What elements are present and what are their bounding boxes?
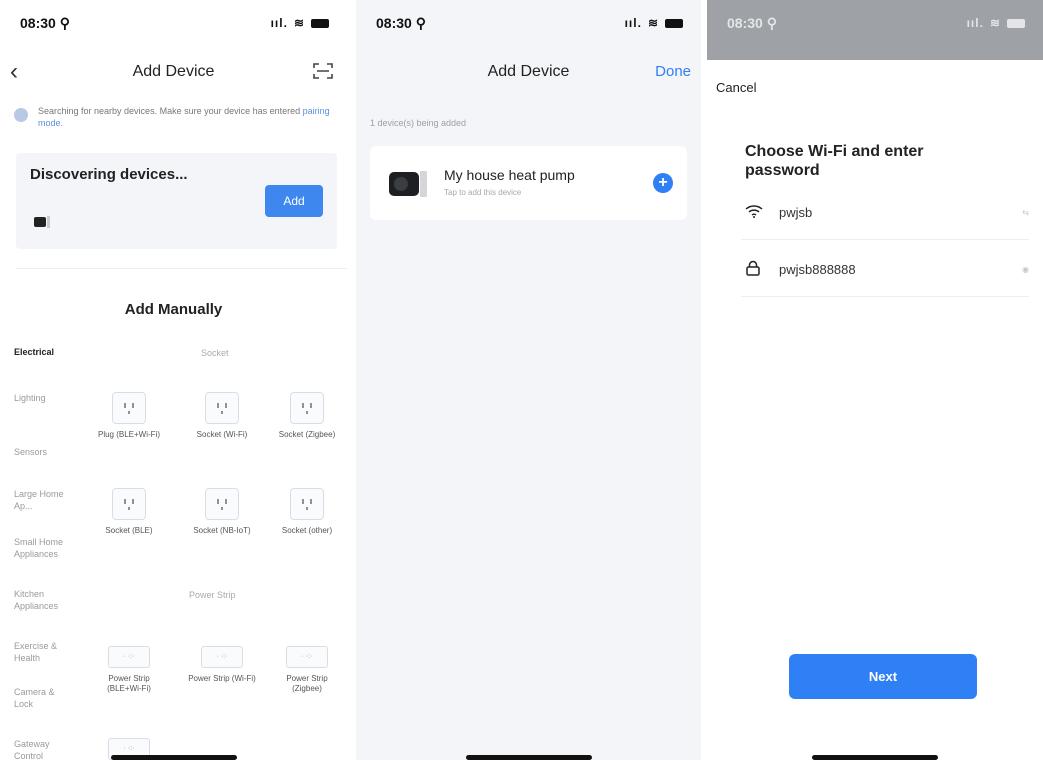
cancel-button[interactable]: Cancel: [716, 80, 756, 95]
device-tile[interactable]: Socket (other): [272, 488, 342, 536]
add-manually-title: Add Manually: [124, 301, 223, 318]
section-socket: Socket: [201, 348, 229, 358]
done-button[interactable]: Done: [655, 63, 691, 80]
device-tile[interactable]: · ·:· Power Strip (BLE+Wi-Fi): [94, 646, 164, 694]
device-card[interactable]: My house heat pump Tap to add this devic…: [370, 146, 687, 220]
discovering-title: Discovering devices...: [30, 166, 188, 183]
lock-icon: [745, 260, 765, 280]
eye-icon[interactable]: ◉: [1022, 265, 1029, 274]
category-item[interactable]: Exercise & Health: [14, 640, 60, 664]
signal-icon: ııl.: [966, 16, 984, 30]
section-power-strip: Power Strip: [189, 590, 236, 600]
password-field[interactable]: pwjsb888888 ◉: [741, 243, 1029, 297]
category-item[interactable]: Large Home Ap...: [14, 488, 74, 512]
status-time: 08:30 ⚲: [20, 14, 70, 31]
add-device-found-screen: 08:30 ⚲ ııl. ≋ Add Device Done 1 device(s…: [356, 0, 701, 760]
battery-icon: [665, 18, 683, 28]
power-strip-icon: · ·:·: [286, 646, 328, 668]
tile-label: Socket (NB-IoT): [193, 526, 251, 535]
device-tile[interactable]: Socket (Wi-Fi): [187, 392, 257, 440]
home-indicator: [465, 755, 592, 760]
switch-wifi-icon[interactable]: ⇆: [1022, 208, 1029, 217]
device-subtitle: Tap to add this device: [444, 188, 522, 197]
wifi-icon: ≋: [989, 16, 1001, 30]
device-tile[interactable]: Plug (BLE+Wi-Fi): [94, 392, 164, 440]
notice-text: Searching for nearby devices. Make sure …: [38, 106, 301, 116]
back-icon[interactable]: ‹: [10, 58, 18, 86]
password-value: pwjsb888888: [779, 262, 856, 277]
battery-icon: [1007, 18, 1025, 28]
socket-icon: [205, 488, 239, 520]
wifi-setup-screen: 08:30 ⚲ ııl. ≋ Cancel Choose Wi-Fi and en…: [707, 0, 1043, 760]
device-tile[interactable]: Socket (NB-IoT): [187, 488, 257, 536]
ssid-value: pwjsb: [779, 205, 813, 220]
power-strip-icon: · ·:·: [108, 646, 150, 668]
add-device-icon[interactable]: +: [653, 173, 673, 193]
socket-icon: [112, 488, 146, 520]
socket-icon: [112, 392, 146, 424]
status-time: 08:30 ⚲: [727, 14, 777, 31]
home-indicator: [110, 755, 237, 760]
heat-pump-icon: [34, 216, 50, 228]
socket-icon: [205, 392, 239, 424]
category-item[interactable]: Sensors: [14, 446, 94, 458]
status-bar: 08:30 ⚲ ııl. ≋: [356, 0, 701, 46]
divider: [16, 268, 347, 269]
tile-label: Socket (Wi-Fi): [196, 430, 248, 439]
home-indicator: [812, 755, 938, 760]
category-item[interactable]: Kitchen Appliances: [14, 588, 74, 612]
battery-icon: [311, 18, 329, 28]
device-tile[interactable]: · ·:· Power Strip (Wi-Fi): [187, 646, 257, 684]
page-title: Add Device: [132, 63, 215, 80]
add-device-screen: 08:30 ⚲ ııl. ≋ ‹ Add Device Searching for…: [0, 0, 347, 760]
category-item[interactable]: Electrical: [14, 346, 94, 358]
category-item[interactable]: Camera & Lock: [14, 686, 60, 710]
tile-label: Socket (Zigbee): [278, 430, 336, 439]
power-strip-icon: · ·:·: [201, 646, 243, 668]
tile-label: Plug (BLE+Wi-Fi): [97, 430, 160, 439]
nav-bar: Add Device Done: [356, 52, 701, 92]
wifi-icon: ≋: [293, 16, 305, 30]
dimmed-background: 08:30 ⚲ ııl. ≋: [707, 0, 1043, 60]
next-button[interactable]: Next: [789, 654, 977, 699]
page-title: Add Device: [487, 63, 570, 80]
wifi-ssid-field[interactable]: pwjsb ⇆: [741, 186, 1029, 240]
sheet-title: Choose Wi-Fi and enter password: [745, 143, 924, 179]
discovering-panel: Discovering devices... Add: [16, 153, 337, 249]
category-item[interactable]: Lighting: [14, 392, 94, 404]
socket-icon: [290, 392, 324, 424]
device-tile[interactable]: · ·:· Power Strip (Zigbee): [272, 646, 342, 694]
add-button[interactable]: Add: [265, 185, 323, 217]
wifi-icon: [745, 204, 765, 222]
search-notice: Searching for nearby devices. Make sure …: [14, 105, 333, 129]
category-item[interactable]: Small Home Appliances: [14, 536, 74, 560]
device-tile[interactable]: Socket (Zigbee): [272, 392, 342, 440]
tile-label: Power Strip (Zigbee): [286, 674, 328, 693]
tile-label: Socket (other): [281, 526, 333, 535]
heat-pump-icon: [389, 171, 427, 197]
signal-icon: ııl.: [270, 16, 288, 30]
status-bar: 08:30 ⚲ ııl. ≋: [707, 0, 1043, 46]
signal-icon: ııl.: [624, 16, 642, 30]
device-tile[interactable]: Socket (BLE): [94, 488, 164, 536]
tile-label: Power Strip (BLE+Wi-Fi): [107, 674, 151, 693]
socket-icon: [290, 488, 324, 520]
device-name: My house heat pump: [444, 167, 575, 183]
bulb-icon: [14, 108, 28, 122]
category-item[interactable]: Gateway Control: [14, 738, 60, 760]
tile-label: Power Strip (Wi-Fi): [188, 674, 256, 683]
tile-label: Socket (BLE): [105, 526, 153, 535]
devices-being-added-label: 1 device(s) being added: [370, 118, 467, 128]
nav-bar: ‹ Add Device: [0, 52, 347, 92]
status-time: 08:30 ⚲: [376, 14, 426, 31]
wifi-sheet: Cancel Choose Wi-Fi and enter password p…: [707, 60, 1043, 760]
wifi-icon: ≋: [647, 16, 659, 30]
status-bar: 08:30 ⚲ ııl. ≋: [0, 0, 347, 46]
scan-icon[interactable]: [313, 62, 333, 80]
